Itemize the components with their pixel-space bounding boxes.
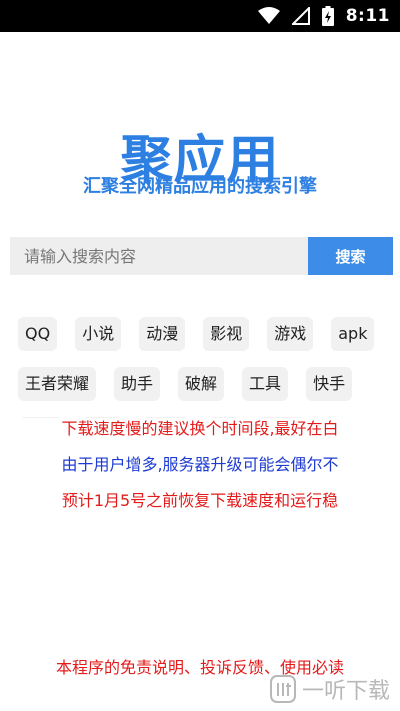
search-input[interactable] [10,237,308,275]
tag-cracked[interactable]: 破解 [178,367,225,401]
tag-novel[interactable]: 小说 [75,317,122,351]
tag-anime[interactable]: 动漫 [139,317,186,351]
status-bar: 8:11 [0,0,400,32]
tag-qq[interactable]: QQ [18,317,58,351]
watermark-text: 一听下载 [301,679,390,704]
tag-apk[interactable]: apk [331,317,375,351]
battery-charging-icon [321,6,334,26]
tag-row-2: 王者荣耀 助手 破解 工具 快手 [18,367,388,401]
tag-row-1: QQ 小说 动漫 影视 游戏 apk [18,317,388,351]
wifi-icon [257,7,280,24]
notice-line-3: 预计1月5号之前恢复下载速度和运行稳 [61,491,339,510]
status-time: 8:11 [345,6,390,26]
signal-icon [291,7,310,25]
status-icons: 8:11 [257,5,390,27]
search-button[interactable]: 搜索 [308,237,393,275]
notice-line-1: 下载速度慢的建议换个时间段,最好在白 [61,419,339,438]
app-slogan: 汇聚全网精品应用的搜索引擎 [83,176,317,197]
tag-honor-of-kings[interactable]: 王者荣耀 [18,367,97,401]
tag-games[interactable]: 游戏 [267,317,314,351]
tag-movies[interactable]: 影视 [203,317,250,351]
watermark: 一听下载 [269,673,390,705]
tag-helper[interactable]: 助手 [114,367,161,401]
tag-tools[interactable]: 工具 [242,367,289,401]
announcement-panel: 下载速度慢的建议换个时间段,最好在白 由于用户增多,服务器升级可能会偶尔不 预计… [6,418,394,550]
watermark-logo-icon [269,675,296,703]
notice-line-2: 由于用户增多,服务器升级可能会偶尔不 [61,455,339,474]
search-bar: 搜索 [10,237,393,275]
tag-kuaishou[interactable]: 快手 [306,367,353,401]
